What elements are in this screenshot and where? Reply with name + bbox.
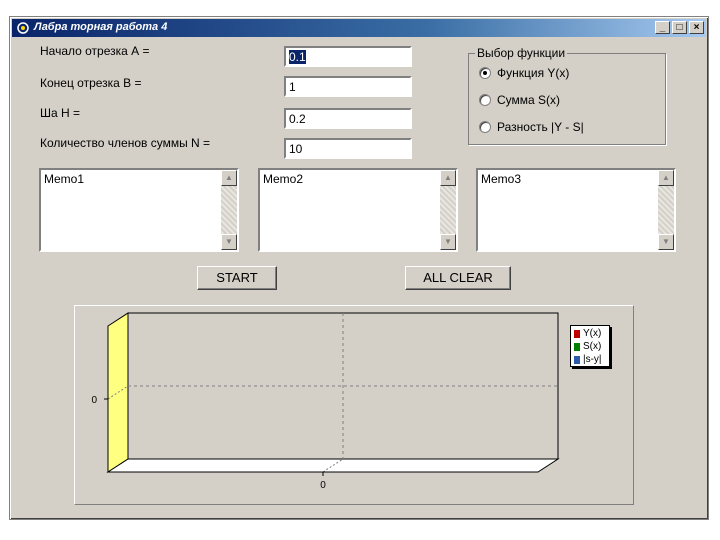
legend-item-diff: |s-y| [574, 353, 606, 366]
scroll-up-icon[interactable]: ▲ [221, 170, 237, 186]
legend-label: Y(x) [583, 328, 602, 339]
radio-button[interactable] [479, 94, 491, 106]
radio-label: Сумма S(x) [497, 93, 561, 107]
function-groupbox: Выбор функции Функция Y(x) Сумма S(x) Ра… [468, 46, 666, 145]
scroll-up-icon[interactable]: ▲ [440, 170, 456, 186]
radio-sum-s[interactable]: Сумма S(x) [479, 93, 560, 107]
radio-label: Функция Y(x) [497, 66, 570, 80]
memo-2[interactable]: Memo2 ▲ ▼ [258, 168, 458, 252]
terms-n-label: Количество членов суммы N = [40, 136, 211, 150]
legend-swatch [574, 329, 580, 338]
y-tick-label: 0 [91, 395, 97, 406]
step-h-label: Ша Н = [40, 106, 81, 120]
x-tick-label: 0 [320, 480, 326, 491]
legend-item-s: S(x) [574, 340, 606, 353]
chart-floor [106, 458, 560, 473]
memo-1[interactable]: Memo1 ▲ ▼ [39, 168, 239, 252]
legend-label: S(x) [583, 341, 602, 352]
end-b-label: Конец отрезка В = [40, 76, 142, 90]
scroll-down-icon[interactable]: ▼ [221, 234, 237, 250]
radio-difference[interactable]: Разность |Y - S| [479, 120, 584, 134]
memo-text: Memo1 [44, 172, 85, 186]
memo-3[interactable]: Memo3 ▲ ▼ [476, 168, 676, 252]
memo-scrollbar[interactable]: ▲ ▼ [440, 170, 456, 250]
scroll-down-icon[interactable]: ▼ [440, 234, 456, 250]
memo-text: Memo3 [481, 172, 522, 186]
title-bar[interactable]: Лабра торная работа 4 _ □ × [12, 19, 706, 37]
legend-label: |s-y| [583, 354, 602, 365]
chart-left-wall [107, 312, 129, 473]
memo-text: Memo2 [263, 172, 304, 186]
step-h-input[interactable]: 0.2 [284, 108, 412, 129]
app-icon [17, 22, 29, 34]
maximize-button[interactable]: □ [672, 21, 687, 34]
scroll-down-icon[interactable]: ▼ [658, 234, 674, 250]
start-a-label: Начало отрезка А = [40, 44, 150, 58]
all-clear-button[interactable]: ALL CLEAR [405, 266, 511, 290]
legend-swatch [574, 342, 580, 351]
chart-panel: 0 0 Y(x) S(x) |s-y| [74, 305, 634, 505]
terms-n-input[interactable]: 10 [284, 138, 412, 159]
legend-swatch [574, 355, 580, 364]
memo-scrollbar[interactable]: ▲ ▼ [658, 170, 674, 250]
memo-scrollbar[interactable]: ▲ ▼ [221, 170, 237, 250]
radio-button[interactable] [479, 121, 491, 133]
function-group-title: Выбор функции [475, 46, 568, 60]
end-b-input[interactable]: 1 [284, 76, 412, 97]
scroll-up-icon[interactable]: ▲ [658, 170, 674, 186]
legend-item-y: Y(x) [574, 327, 606, 340]
radio-button[interactable] [479, 67, 491, 79]
main-window: Лабра торная работа 4 _ □ × Начало отрез… [9, 16, 709, 520]
chart-legend: Y(x) S(x) |s-y| [570, 325, 610, 367]
minimize-button[interactable]: _ [655, 21, 670, 34]
close-button[interactable]: × [689, 21, 704, 34]
chart-svg: 0 0 [91, 312, 560, 491]
start-a-input[interactable]: 0.1 [284, 46, 412, 67]
radio-label: Разность |Y - S| [497, 120, 584, 134]
window-title: Лабра торная работа 4 [34, 21, 168, 33]
radio-function-y[interactable]: Функция Y(x) [479, 66, 569, 80]
start-button[interactable]: START [197, 266, 277, 290]
